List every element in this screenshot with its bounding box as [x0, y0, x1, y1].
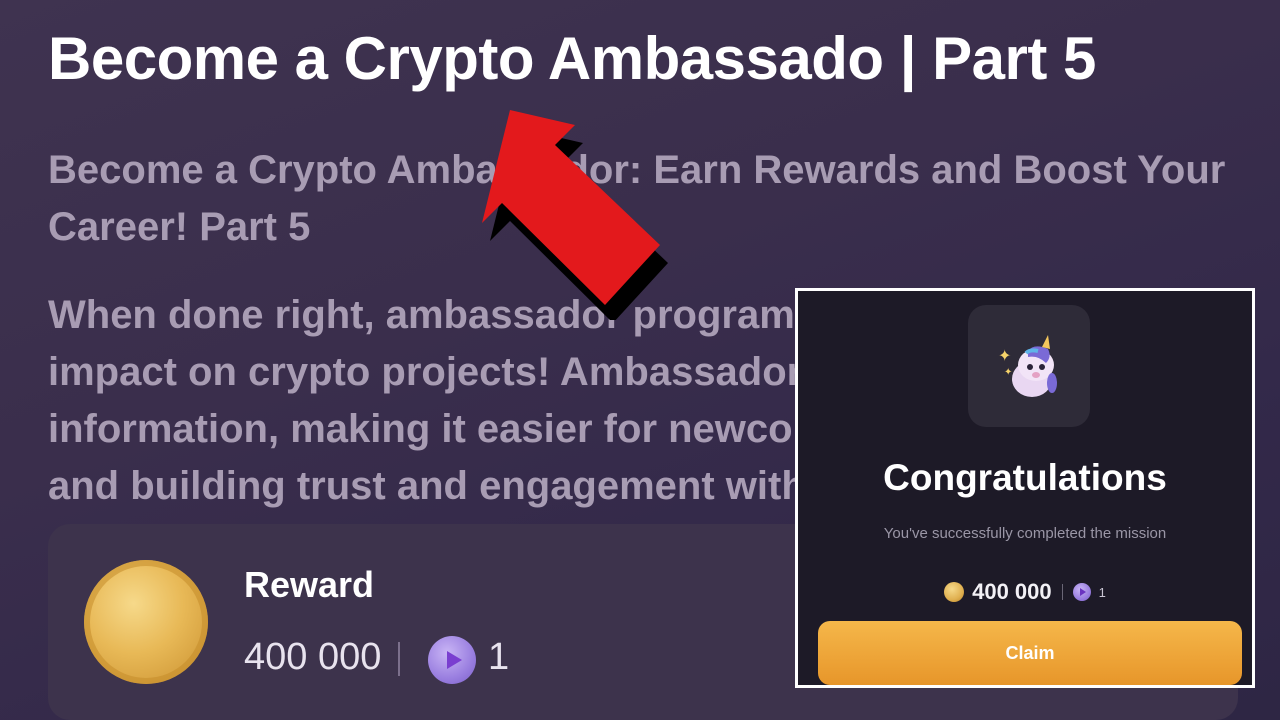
congratulations-popup: ✦ ✦ Congratulations You've successfully … — [795, 288, 1255, 688]
popup-reward-row: 400 000 1 — [798, 579, 1252, 605]
reward-label: Reward — [244, 564, 375, 605]
popup-title: Congratulations — [883, 457, 1167, 498]
popup-subtitle: You've successfully completed the missio… — [883, 525, 1167, 542]
coin-icon — [84, 560, 208, 684]
claim-button[interactable]: Claim — [818, 621, 1242, 685]
play-token-icon — [1072, 583, 1091, 601]
coin-icon — [944, 582, 965, 602]
unicorn-icon: ✦ ✦ — [998, 335, 1057, 397]
popup-divider — [1061, 584, 1063, 600]
reward-amount: 400 000 — [244, 636, 382, 678]
svg-text:✦: ✦ — [1004, 367, 1012, 378]
popup-amount: 400 000 — [972, 579, 1052, 604]
reward-token-count: 1 — [488, 636, 510, 678]
popup-icon-tile: ✦ ✦ — [968, 305, 1090, 427]
popup-token-count: 1 — [1098, 584, 1106, 600]
play-token-icon — [428, 636, 476, 684]
red-arrow-annotation — [470, 80, 680, 323]
svg-text:✦: ✦ — [998, 348, 1011, 365]
reward-divider — [398, 642, 400, 676]
